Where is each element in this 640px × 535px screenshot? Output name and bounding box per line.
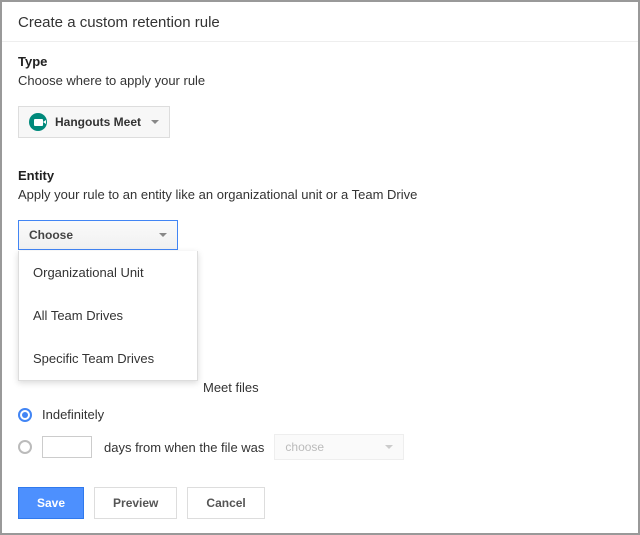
hangouts-meet-icon xyxy=(29,113,47,131)
entity-dropdown-menu: Organizational Unit All Team Drives Spec… xyxy=(18,251,198,381)
entity-dropdown-selected: Choose xyxy=(29,228,73,242)
duration-option-days-row[interactable]: days from when the file was choose xyxy=(18,434,622,460)
caret-down-icon xyxy=(159,233,167,237)
file-event-dropdown-disabled: choose xyxy=(274,434,404,460)
entity-option-specific-team-drives[interactable]: Specific Team Drives xyxy=(19,337,197,380)
type-section-label: Type xyxy=(18,54,622,69)
radio-selected-icon xyxy=(18,408,32,422)
days-label-after: days from when the file was xyxy=(104,440,264,455)
duration-option-indefinitely-row[interactable]: Indefinitely xyxy=(18,407,622,422)
entity-section-description: Apply your rule to an entity like an org… xyxy=(18,187,622,202)
duration-indefinitely-label: Indefinitely xyxy=(42,407,104,422)
caret-down-icon xyxy=(151,120,159,124)
file-event-dropdown-label: choose xyxy=(285,440,324,454)
type-dropdown-selected: Hangouts Meet xyxy=(55,115,141,129)
duration-partial-text: Meet files xyxy=(203,380,622,395)
entity-option-organizational-unit[interactable]: Organizational Unit xyxy=(19,251,197,294)
entity-option-all-team-drives[interactable]: All Team Drives xyxy=(19,294,197,337)
dialog-title: Create a custom retention rule xyxy=(2,2,638,42)
preview-button[interactable]: Preview xyxy=(94,487,177,519)
entity-section-label: Entity xyxy=(18,168,622,183)
entity-dropdown[interactable]: Choose xyxy=(18,220,178,250)
type-dropdown[interactable]: Hangouts Meet xyxy=(18,106,170,138)
type-section-description: Choose where to apply your rule xyxy=(18,73,622,88)
caret-down-icon xyxy=(385,445,393,449)
cancel-button[interactable]: Cancel xyxy=(187,487,264,519)
days-input[interactable] xyxy=(42,436,92,458)
save-button[interactable]: Save xyxy=(18,487,84,519)
radio-unselected-icon xyxy=(18,440,32,454)
